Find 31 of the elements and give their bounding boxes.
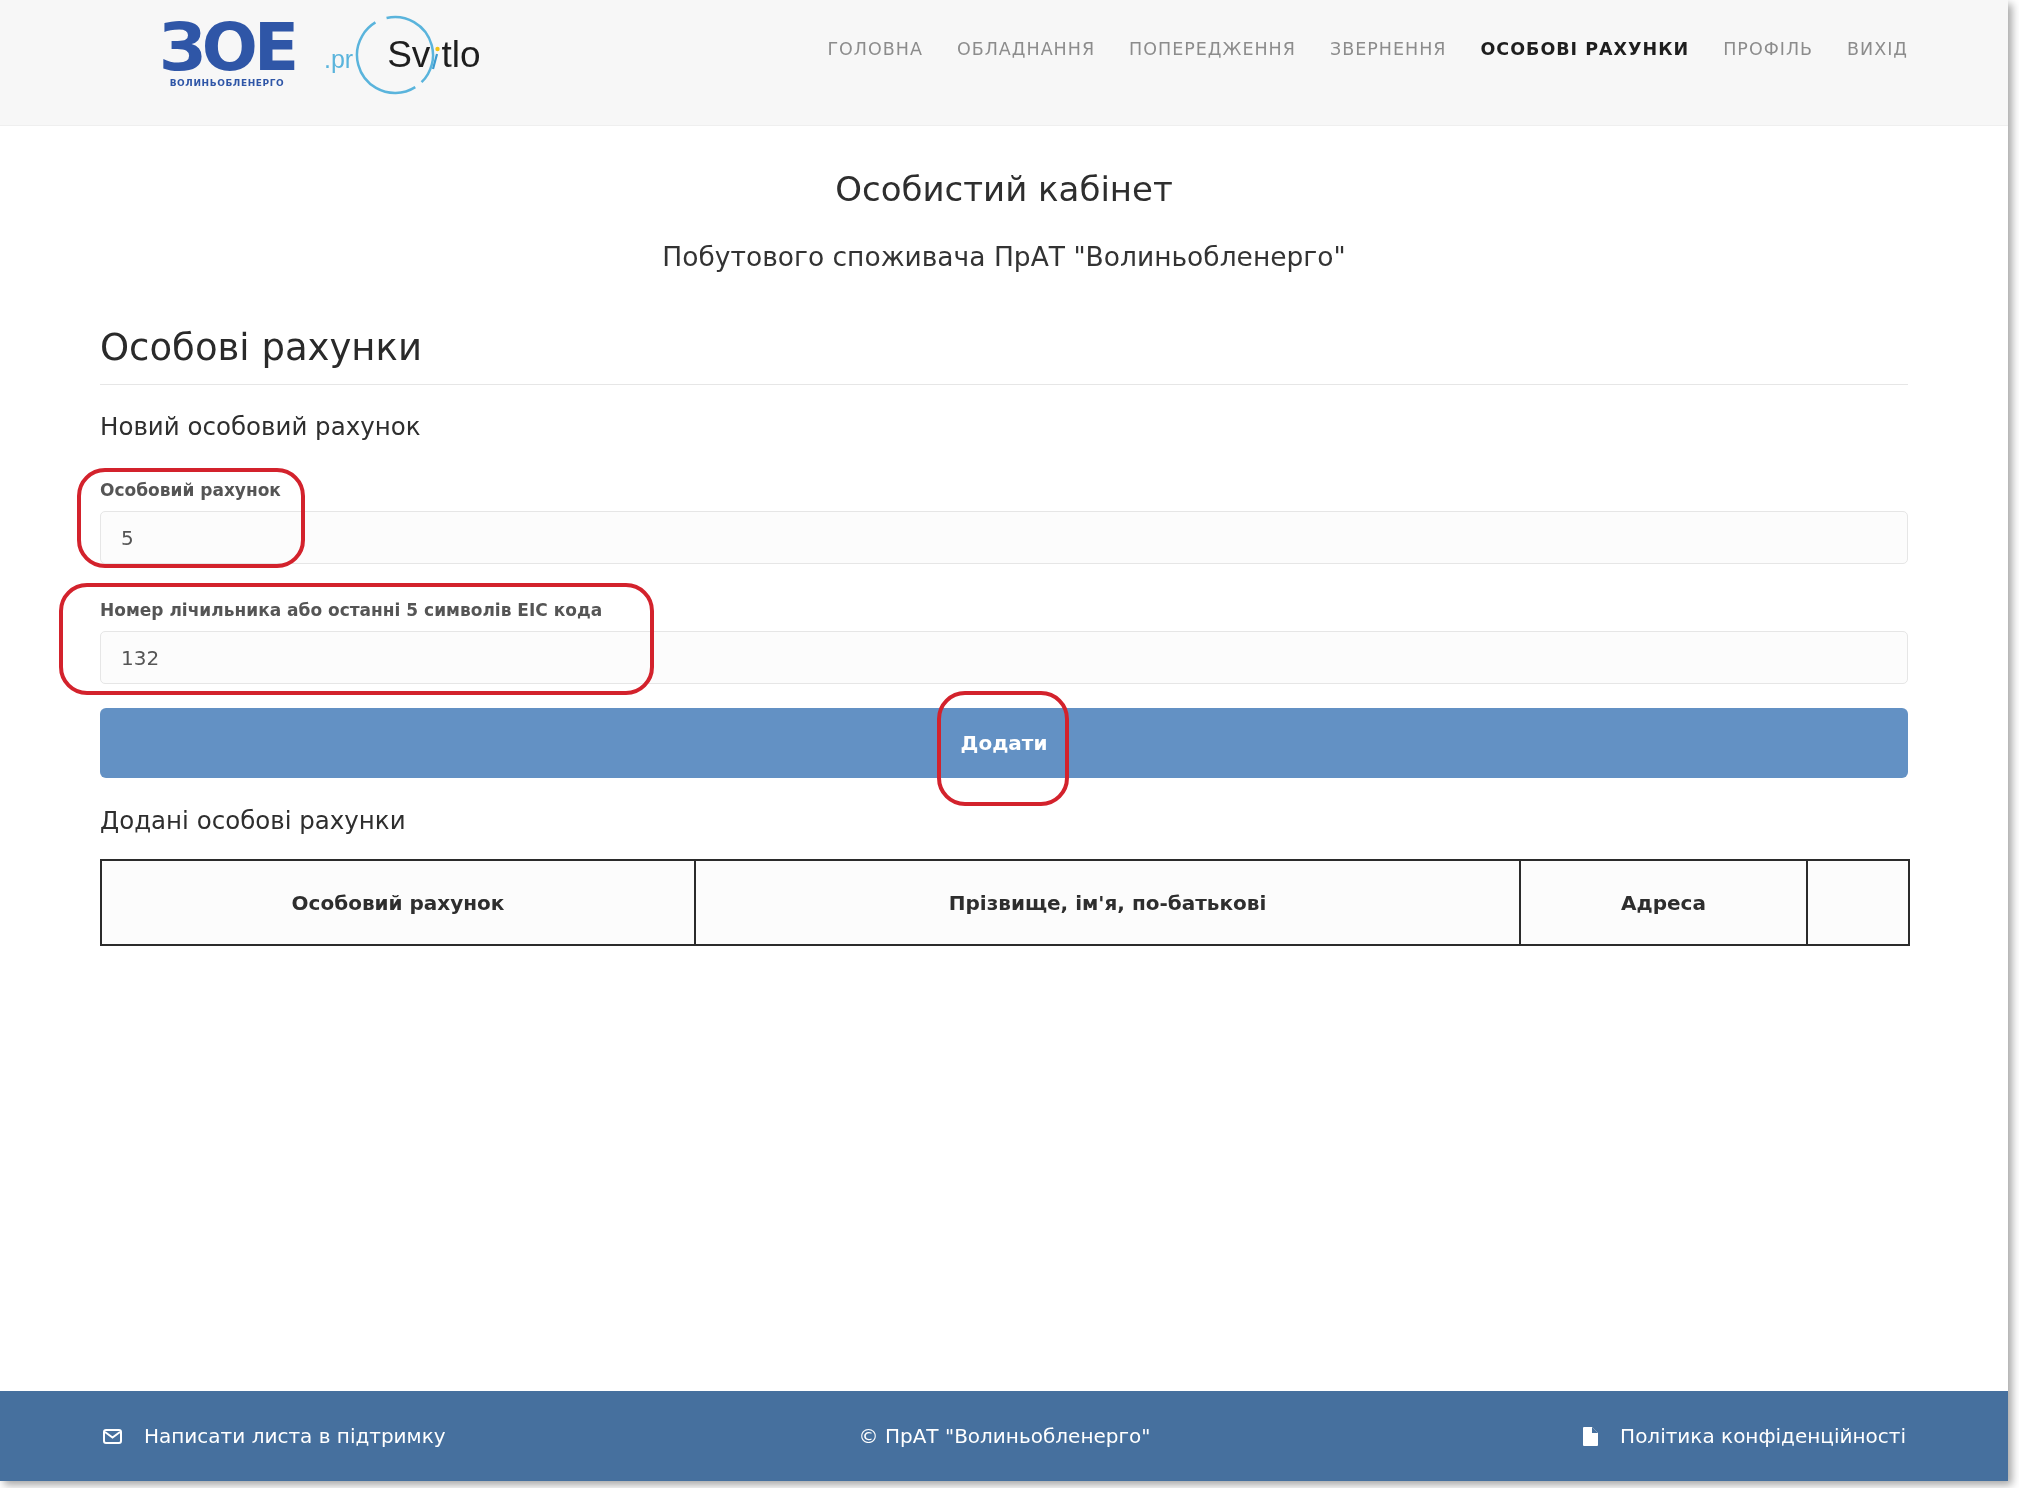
- nav-link[interactable]: ОСОБОВІ РАХУНКИ: [1480, 38, 1690, 60]
- envelope-icon: [103, 1428, 122, 1444]
- logo-mark: ЗОЕ: [158, 18, 296, 78]
- form-heading: Новий особовий рахунок: [100, 412, 421, 442]
- field-label: Особовий рахунок: [100, 480, 281, 500]
- ring-icon: [355, 15, 436, 95]
- logo-word: Sv: [387, 34, 431, 76]
- nav-link[interactable]: ГОЛОВНА: [827, 38, 923, 60]
- file-icon: [1583, 1426, 1599, 1446]
- table-heading: Додані особові рахунки: [100, 806, 406, 836]
- logo-word: tlo: [441, 34, 481, 76]
- input-field[interactable]: 5: [100, 511, 1908, 564]
- page-subtitle: Побутового споживача ПрАТ "Волиньобленерго": [662, 240, 1346, 274]
- nav-link[interactable]: ЗВЕРНЕННЯ: [1329, 38, 1447, 60]
- logo-prefix: .pr: [324, 44, 354, 74]
- column-header: Прізвище, ім'я, по-батькові: [695, 860, 1520, 945]
- section-heading: Особові рахунки: [100, 326, 422, 370]
- copyright-text: © ПрАТ "Волиньобленерго": [858, 1424, 1151, 1448]
- column-header: Адреса: [1520, 860, 1807, 945]
- nav-link[interactable]: ОБЛАДНАННЯ: [956, 38, 1096, 60]
- add-button[interactable]: Додати: [100, 708, 1908, 778]
- logo-caption: ВОЛИНЬОБЛЕНЕРГО: [169, 78, 285, 89]
- nav-link[interactable]: ПРОФІЛЬ: [1723, 38, 1814, 60]
- column-header: Особовий рахунок: [101, 860, 695, 945]
- nav-link[interactable]: ВИХІД: [1847, 38, 1908, 60]
- support-link[interactable]: Написати листа в підтримку: [103, 1424, 446, 1448]
- nav-link[interactable]: ПОПЕРЕДЖЕННЯ: [1129, 38, 1296, 60]
- field-label: Номер лічильника або останні 5 символів EIC кода: [100, 600, 603, 620]
- page-title: Особистий кабінет: [835, 168, 1173, 211]
- input-field[interactable]: 132: [100, 631, 1908, 684]
- privacy-link[interactable]: Політика конфіденційності: [1583, 1424, 1906, 1448]
